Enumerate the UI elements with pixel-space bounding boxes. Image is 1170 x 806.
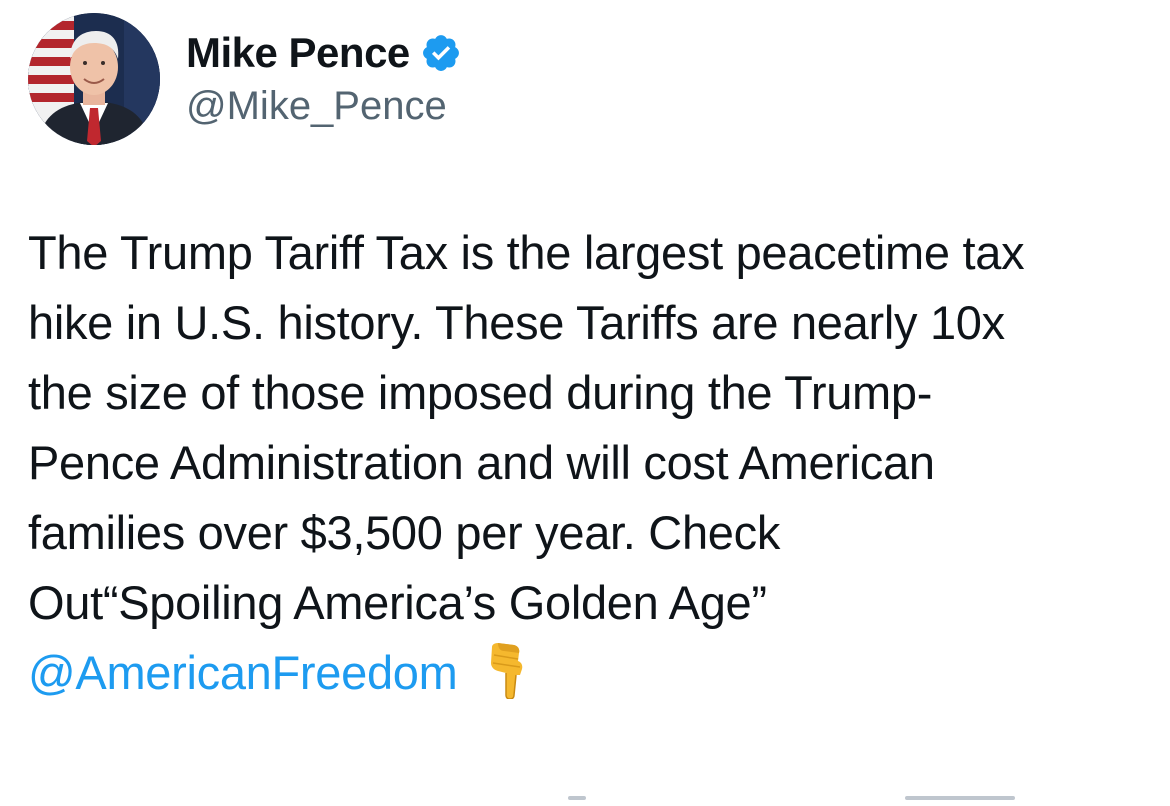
author-identity: Mike Pence @Mike_Pence [186, 13, 462, 145]
backhand-index-pointing-down-icon [484, 643, 528, 700]
tweet-header: Mike Pence @Mike_Pence [28, 12, 462, 146]
mention-line: @AmericanFreedom [28, 638, 1158, 708]
profile-photo-icon [28, 13, 160, 145]
tweet-text-line: families over $3,500 per year. Check [28, 506, 781, 559]
avatar[interactable] [28, 13, 160, 145]
cropped-fragment [905, 796, 1015, 800]
tweet-text: The Trump Tariff Tax is the largest peac… [28, 218, 1158, 708]
tweet-card: Mike Pence @Mike_Pence The Trump Tariff … [0, 0, 1170, 806]
verified-badge-icon [420, 32, 462, 74]
tweet-text-line: the size of those imposed during the Tru… [28, 366, 933, 419]
tweet-text-line: Out“Spoiling America’s Golden Age” [28, 576, 767, 629]
name-row: Mike Pence [186, 28, 462, 78]
tweet-text-line: Pence Administration and will cost Ameri… [28, 436, 935, 489]
mention-link[interactable]: @AmericanFreedom [28, 646, 458, 699]
author-handle[interactable]: @Mike_Pence [186, 82, 462, 130]
cropped-content-edge [0, 790, 1170, 806]
tweet-text-line: hike in U.S. history. These Tariffs are … [28, 296, 1005, 349]
tweet-text-line: The Trump Tariff Tax is the largest peac… [28, 226, 1025, 279]
cropped-fragment [568, 796, 586, 800]
author-display-name[interactable]: Mike Pence [186, 28, 410, 78]
